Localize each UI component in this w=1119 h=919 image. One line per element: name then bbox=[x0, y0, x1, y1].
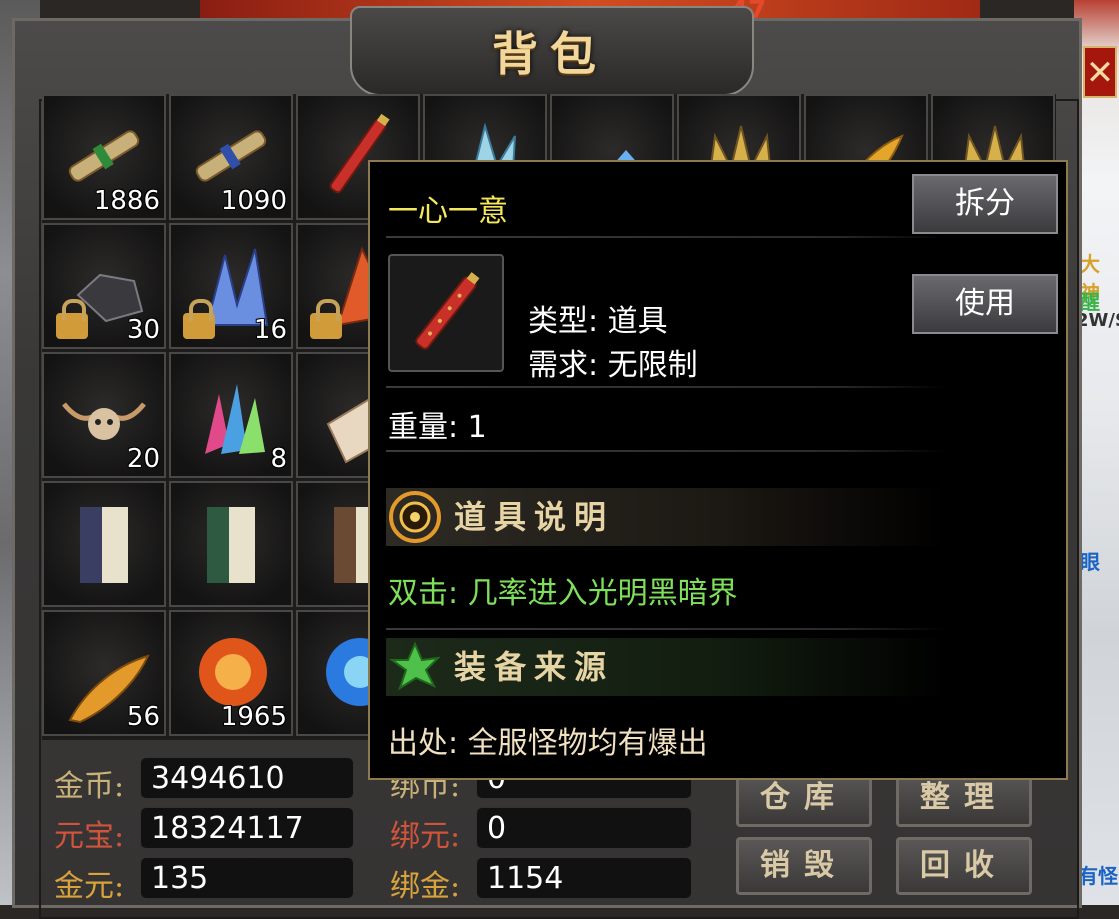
background-text: 有怪 bbox=[1078, 864, 1118, 888]
item-preview bbox=[388, 254, 504, 372]
inventory-slot[interactable]: 56 bbox=[42, 610, 166, 736]
inventory-slot[interactable]: 1965 bbox=[169, 610, 293, 736]
inventory-slot[interactable]: 30 bbox=[42, 223, 166, 349]
divider bbox=[386, 386, 946, 388]
gold-label: 金币: bbox=[54, 769, 125, 804]
jinyuan-label: 金元: bbox=[54, 869, 125, 904]
use-button[interactable]: 使用 bbox=[912, 274, 1058, 334]
source-line: 出处: 全服怪物均有爆出 bbox=[388, 726, 708, 761]
type-line: 类型: 道具 bbox=[528, 304, 668, 339]
ingot-label: 元宝: bbox=[54, 819, 125, 854]
lock-icon bbox=[56, 299, 88, 339]
inventory-slot[interactable]: 1886 bbox=[42, 94, 166, 220]
gold-value: 3494610 bbox=[140, 757, 354, 799]
bound-gold-value: 1154 bbox=[476, 857, 692, 899]
item-name: 一心一意 bbox=[388, 194, 508, 229]
red-staff-icon bbox=[415, 272, 480, 350]
green-leaf-emblem-icon bbox=[388, 641, 441, 691]
item-count: 16 bbox=[253, 315, 287, 345]
window-title: 背包 bbox=[492, 27, 608, 81]
split-button[interactable]: 拆分 bbox=[912, 174, 1058, 234]
description-line: 双击: 几率进入光明黑暗界 bbox=[388, 576, 738, 611]
lock-icon bbox=[183, 299, 215, 339]
item-count: 1886 bbox=[93, 186, 160, 216]
background-text: 2W/S bbox=[1076, 310, 1119, 331]
bound-yuan-label: 绑元: bbox=[390, 819, 461, 854]
background-text: 眼 bbox=[1080, 550, 1100, 574]
item-count: 1090 bbox=[220, 186, 287, 216]
item-count: 1965 bbox=[220, 702, 287, 732]
inventory-slot[interactable]: 8 bbox=[169, 352, 293, 478]
inventory-slot[interactable] bbox=[42, 481, 166, 607]
item-description-title: 道具说明 bbox=[454, 498, 615, 536]
item-source-title: 装备来源 bbox=[454, 648, 615, 686]
divider bbox=[386, 450, 946, 452]
jinyuan-value: 135 bbox=[140, 857, 354, 899]
inventory-slot[interactable]: 1090 bbox=[169, 94, 293, 220]
lock-icon bbox=[310, 299, 342, 339]
bound-gold-label: 绑金: bbox=[390, 869, 461, 904]
inventory-slot[interactable]: 20 bbox=[42, 352, 166, 478]
inventory-slot[interactable]: 16 bbox=[169, 223, 293, 349]
book-green-icon bbox=[207, 507, 255, 583]
bound-yuan-value: 0 bbox=[476, 807, 692, 849]
inventory-slot[interactable] bbox=[169, 481, 293, 607]
recycle-button[interactable]: 回收 bbox=[896, 837, 1032, 895]
sun-emblem-icon bbox=[389, 491, 441, 543]
destroy-button[interactable]: 销毁 bbox=[736, 837, 872, 895]
weight-line: 重量: 1 bbox=[388, 410, 487, 445]
ingot-value: 18324117 bbox=[140, 807, 354, 849]
requirement-line: 需求: 无限制 bbox=[528, 348, 698, 383]
book-navy-icon bbox=[80, 507, 128, 583]
item-source-header: 装备来源 bbox=[386, 638, 946, 696]
item-description-header: 道具说明 bbox=[386, 488, 946, 546]
item-count: 20 bbox=[126, 444, 160, 474]
item-tooltip: 一心一意 拆分 类型: 道具 需求: 无限制 使用 重量: 1 道具说明 双击:… bbox=[368, 160, 1068, 780]
item-count: 8 bbox=[270, 444, 287, 474]
divider bbox=[386, 628, 946, 630]
divider bbox=[386, 236, 946, 238]
close-button[interactable]: ✕ bbox=[1083, 46, 1117, 98]
item-count: 30 bbox=[126, 315, 160, 345]
item-count: 56 bbox=[126, 702, 160, 732]
